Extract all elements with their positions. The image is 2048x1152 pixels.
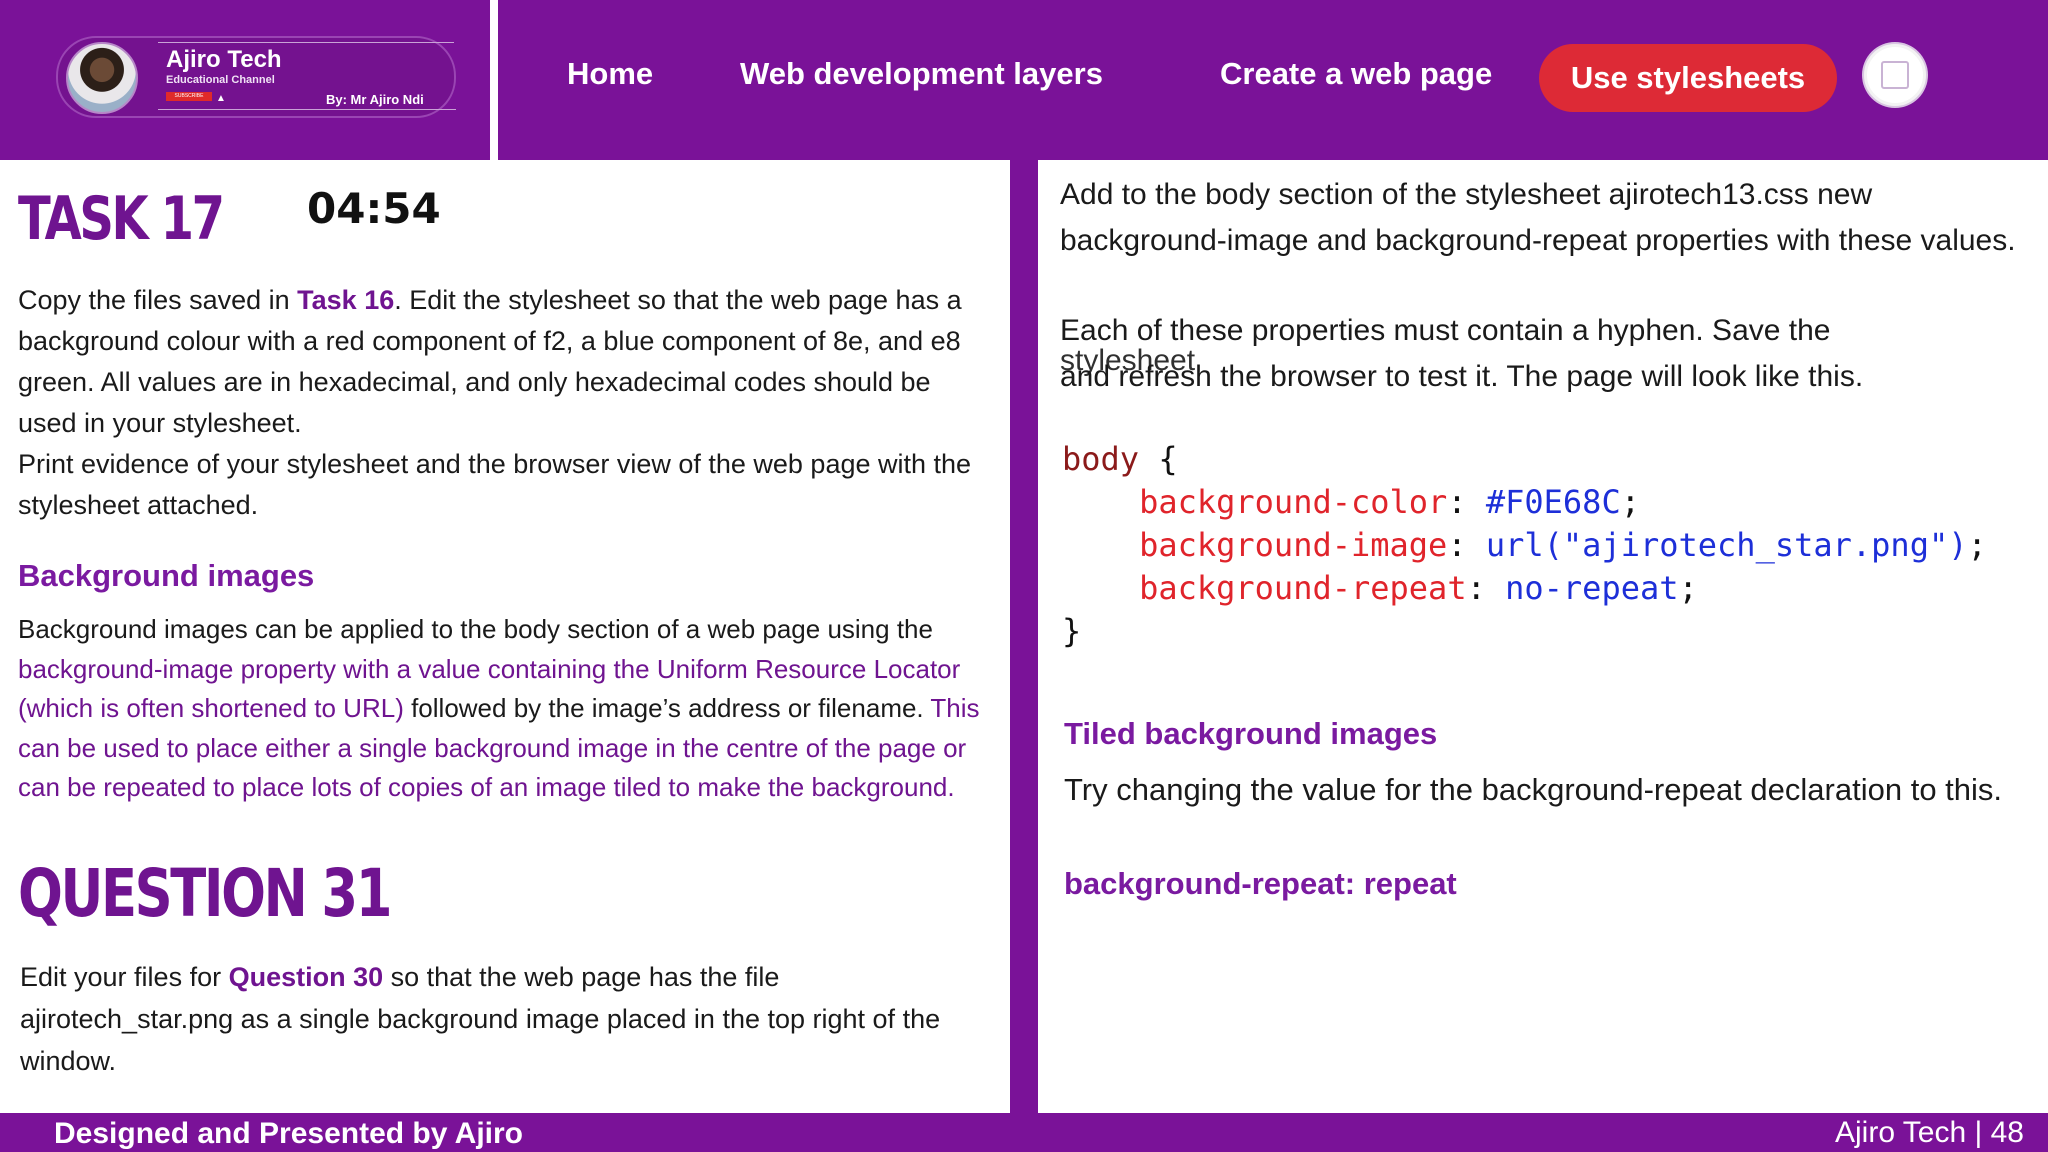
menu-button[interactable] <box>1864 44 1926 106</box>
overlap-text-refresh: and refresh the browser to test it. The … <box>1060 360 1864 393</box>
footer-page-number: Ajiro Tech | 48 <box>1834 1116 2024 1149</box>
header-divider <box>490 0 498 160</box>
nav-home[interactable]: Home <box>567 56 653 92</box>
q-text-a: Edit your files for <box>20 962 229 992</box>
tiled-background-text: Try changing the value for the backgroun… <box>1064 772 2003 807</box>
task-text-a: Copy the files saved in <box>18 285 298 315</box>
byline: By: Mr Ajiro Ndi <box>326 92 424 107</box>
channel-logo-card[interactable]: Ajiro Tech Educational Channel SUBSCRIBE… <box>56 36 456 118</box>
nav-web-development-layers[interactable]: Web development layers <box>740 56 1103 92</box>
right-instructions: Add to the body section of the styleshee… <box>1060 178 2016 257</box>
code-prop-3: background-repeat <box>1139 569 1467 607</box>
footer-bar: Designed and Presented by Ajiro Ajiro Te… <box>0 1113 2048 1152</box>
code-val-1: #F0E68C <box>1485 483 1621 521</box>
tiled-background-heading: Tiled background images <box>1064 716 1438 751</box>
code-close-brace: } <box>1062 612 1082 650</box>
nav-use-stylesheets[interactable]: Use stylesheets <box>1539 44 1837 112</box>
avatar <box>66 42 138 114</box>
cursor-icon: ▲ <box>216 93 226 104</box>
right-instructions-2: Each of these properties must contain a … <box>1060 314 1831 347</box>
task-title: TASK 17 <box>18 184 225 254</box>
code-val-3: no-repeat <box>1505 569 1679 607</box>
task-text-c: Print evidence of your stylesheet and th… <box>18 449 972 520</box>
subscribe-badge: SUBSCRIBE <box>166 92 212 101</box>
css-code-block: body { background-color: #F0E68C; backgr… <box>1062 440 1987 650</box>
code-prop-1: background-color <box>1139 483 1448 521</box>
timer: 04:54 <box>307 184 441 233</box>
code-prop-2: background-image <box>1139 526 1448 564</box>
bg-text-c: followed by the image’s address or filen… <box>403 693 931 723</box>
brand-subtitle: Educational Channel <box>166 74 275 86</box>
code-open-brace: { <box>1139 440 1178 478</box>
square-icon <box>1881 61 1909 89</box>
question-text: Edit your files for Question 30 so that … <box>20 956 995 1082</box>
task-16-link[interactable]: Task 16 <box>297 285 394 315</box>
nav-create-web-page[interactable]: Create a web page <box>1220 56 1492 92</box>
code-val-2: url("ajirotech_star.png") <box>1485 526 1968 564</box>
background-images-heading: Background images <box>18 558 315 593</box>
right-panel: Add to the body section of the styleshee… <box>1038 160 2048 1113</box>
background-images-text: Background images can be applied to the … <box>18 610 993 808</box>
code-selector: body <box>1062 440 1140 478</box>
question-30-link[interactable]: Question 30 <box>229 962 384 992</box>
logo-underline <box>158 109 456 110</box>
left-panel: TASK 17 04:54 Copy the files saved in Ta… <box>0 160 1010 1113</box>
brand-name: Ajiro Tech <box>166 46 282 73</box>
question-title: QUESTION 31 <box>18 855 392 932</box>
header-bar: Ajiro Tech Educational Channel SUBSCRIBE… <box>0 0 2048 160</box>
bg-text-a: Background images can be applied to the … <box>18 614 933 644</box>
tiled-background-code: background-repeat: repeat <box>1064 866 1457 901</box>
footer-credit: Designed and Presented by Ajiro <box>54 1117 523 1150</box>
task-instructions: Copy the files saved in Task 16. Edit th… <box>18 280 978 526</box>
